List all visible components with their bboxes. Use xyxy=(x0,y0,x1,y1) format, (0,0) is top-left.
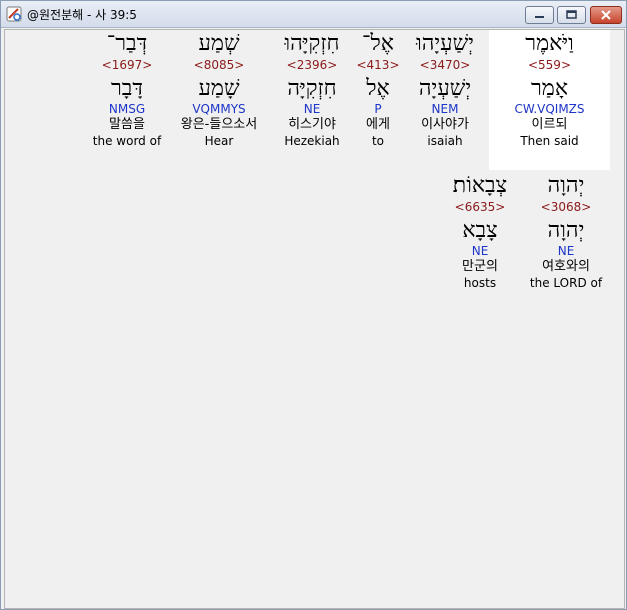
hebrew-word: חִזְקִיָּהוּ xyxy=(284,31,340,56)
lemma-word: צָבָא xyxy=(462,218,498,243)
title-bar[interactable]: @원전분해 - 사 39:5 xyxy=(1,1,626,28)
app-icon xyxy=(6,6,22,22)
english-gloss: isaiah xyxy=(427,134,463,148)
app-window: @원전분해 - 사 39:5 וַיֹּאמֶר <559> אָמַר CW.… xyxy=(0,0,627,610)
korean-gloss: 왕은-들으소서 xyxy=(180,117,258,132)
hebrew-word: דְּבַר־ xyxy=(106,31,148,56)
lemma-word: אָמַר xyxy=(530,76,569,101)
morph-code: NE xyxy=(303,102,321,116)
strong-number[interactable]: <1697> xyxy=(87,58,167,72)
strong-number[interactable]: <6635> xyxy=(439,200,521,214)
maximize-button[interactable] xyxy=(557,6,586,24)
close-icon xyxy=(601,10,611,20)
word-block-7[interactable]: יְהוָה <3068> יְהוָה NE 여호와의 the LORD of xyxy=(523,172,609,290)
lemma-word: יְשַׁעְיָה xyxy=(418,76,472,101)
korean-gloss: 이사야가 xyxy=(421,117,469,132)
strong-number[interactable]: <8085> xyxy=(169,58,269,72)
korean-gloss: 여호와의 xyxy=(542,259,590,274)
word-block-6[interactable]: דְּבַר־ <1697> דָּבָר NMSG 말씀을 the word … xyxy=(87,30,167,148)
english-gloss: hosts xyxy=(463,276,497,290)
word-block-2[interactable]: יְשַׁעְיָהוּ <3470> יְשַׁעְיָה NEM 이사야가 … xyxy=(403,30,487,148)
strong-number[interactable]: <559> xyxy=(489,58,610,72)
word-block-1[interactable]: וַיֹּאמֶר <559> אָמַר CW.VQIMZS 이르되 Then… xyxy=(489,30,610,170)
lemma-word: דָּבָר xyxy=(111,76,143,101)
hebrew-word: יְהוָה xyxy=(547,173,585,198)
lemma-word: אֶל xyxy=(366,76,390,101)
morph-code: CW.VQIMZS xyxy=(514,102,585,116)
window-title: @원전분해 - 사 39:5 xyxy=(27,8,137,22)
morph-code: P xyxy=(374,102,382,116)
korean-gloss: 에게 xyxy=(366,117,390,132)
word-block-4[interactable]: חִזְקִיָּהוּ <2396> חִזְקִיָּה NE 히스기야 H… xyxy=(271,30,353,148)
interlinear-panel: וַיֹּאמֶר <559> אָמַר CW.VQIMZS 이르되 Then… xyxy=(4,29,625,609)
english-gloss: Hezekiah xyxy=(284,134,340,148)
english-gloss: the word of xyxy=(92,134,162,148)
hebrew-word: וַיֹּאמֶר xyxy=(525,31,574,56)
word-block-3[interactable]: אֶל־ <413> אֶל P 에게 to xyxy=(355,30,401,148)
english-gloss: Then said xyxy=(520,134,579,148)
word-block-8[interactable]: צְבָאוֹת׃ <6635> צָבָא NE 만군의 hosts xyxy=(439,172,521,290)
strong-number[interactable]: <3068> xyxy=(523,200,609,214)
strong-number[interactable]: <2396> xyxy=(271,58,353,72)
minimize-button[interactable] xyxy=(525,6,554,24)
close-button[interactable] xyxy=(590,6,622,24)
hebrew-word: צְבָאוֹת׃ xyxy=(452,173,508,198)
morph-code: NEM xyxy=(431,102,459,116)
morph-code: VQMMYS xyxy=(192,102,246,116)
hebrew-word: אֶל־ xyxy=(362,31,394,56)
english-gloss: to xyxy=(371,134,385,148)
lemma-word: חִזְקִיָּה xyxy=(287,76,337,101)
korean-gloss: 말씀을 xyxy=(109,117,145,132)
strong-number[interactable]: <413> xyxy=(355,58,401,72)
maximize-icon xyxy=(566,10,577,19)
minimize-icon xyxy=(535,16,544,18)
morph-code: NMSG xyxy=(108,102,146,116)
lemma-word: שָׁמַע xyxy=(198,76,240,101)
english-gloss: the LORD of xyxy=(529,276,603,290)
lemma-word: יְהוָה xyxy=(547,218,585,243)
korean-gloss: 히스기야 xyxy=(288,117,336,132)
english-gloss: Hear xyxy=(204,134,234,148)
strong-number[interactable]: <3470> xyxy=(403,58,487,72)
word-block-5[interactable]: שְׁמַע <8085> שָׁמַע VQMMYS 왕은-들으소서 Hear xyxy=(169,30,269,148)
morph-code: NE xyxy=(471,244,489,258)
hebrew-word: יְשַׁעְיָהוּ xyxy=(416,31,474,56)
hebrew-word: שְׁמַע xyxy=(198,31,240,56)
korean-gloss: 이르되 xyxy=(531,117,568,132)
morph-code: NE xyxy=(557,244,575,258)
korean-gloss: 만군의 xyxy=(462,259,498,274)
